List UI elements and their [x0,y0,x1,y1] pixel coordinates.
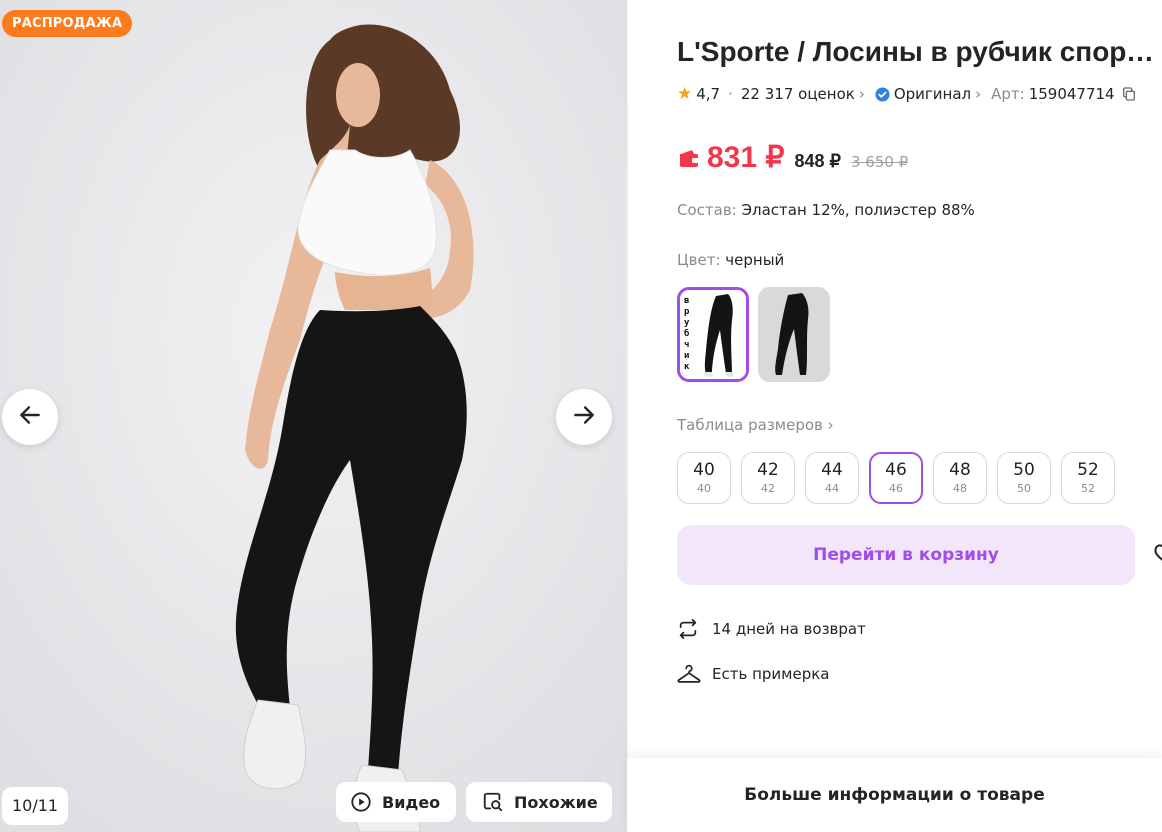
size-sublabel: 46 [889,482,903,495]
divider [627,0,628,832]
star-icon: ★ [677,84,693,104]
fitting-info: Есть примерка [677,663,829,685]
more-info-button[interactable]: Больше информации о товаре [627,758,1162,832]
swatch-text: в рубчик [684,296,690,372]
size-sublabel: 40 [697,482,711,495]
product-meta-row: ★ 4,7 · 22 317 оценок › Оригинал › Арт: … [677,84,1137,104]
product-title: L'Sporte / Лосины в рубчик спортивные [677,36,1162,67]
article-number: 159047714 [1028,85,1115,103]
play-icon [350,791,372,813]
gallery-prev-button[interactable] [2,389,58,445]
size-sublabel: 42 [761,482,775,495]
size-label: 52 [1077,460,1099,480]
chevron-right-icon: › [827,416,834,434]
base-price: 848 ₽ [794,151,841,171]
color-value: черный [725,251,785,269]
current-price: 831 ₽ [707,141,785,174]
size-sublabel: 50 [1017,482,1031,495]
composition-value: Эластан 12%, полиэстер 88% [741,201,975,219]
arrow-left-icon [17,402,43,432]
color-swatch-selected[interactable]: в рубчик [677,287,749,382]
size-label: 48 [949,460,971,480]
product-gallery[interactable]: РАСПРОДАЖА 10/11 Видео Похожие [0,0,627,832]
similar-button[interactable]: Похожие [466,782,612,822]
return-arrows-icon [677,618,701,640]
size-sublabel: 48 [953,482,967,495]
image-counter: 10/11 [2,787,69,825]
size-sublabel: 52 [1081,482,1095,495]
size-option-42[interactable]: 42 42 [741,452,795,504]
size-label: 50 [1013,460,1035,480]
copy-icon[interactable] [1121,86,1137,102]
gallery-next-button[interactable] [556,389,612,445]
price-row: 831 ₽ 848 ₽ 3 650 ₽ [677,140,908,175]
size-label: 46 [885,460,907,480]
composition: Состав: Эластан 12%, полиэстер 88% [677,201,975,219]
heart-icon[interactable] [1153,541,1162,569]
color-line: Цвет: черный [677,251,784,269]
article-label: Арт: [991,85,1025,103]
composition-label: Состав: [677,201,737,219]
return-label: 14 дней на возврат [712,620,866,638]
arrow-right-icon [571,402,597,432]
original-link[interactable]: Оригинал [894,85,971,103]
size-option-46-selected[interactable]: 46 46 [869,452,923,504]
size-table-label: Таблица размеров [677,416,823,434]
size-options: 40 40 42 42 44 44 46 46 48 48 50 50 52 52 [677,452,1125,504]
size-label: 42 [757,460,779,480]
old-price: 3 650 ₽ [850,153,909,171]
rating-value: 4,7 [696,85,721,103]
product-details: L'Sporte / Лосины в рубчик спортивные ★ … [627,0,1162,832]
size-label: 44 [821,460,843,480]
size-option-50[interactable]: 50 50 [997,452,1051,504]
size-label: 40 [693,460,715,480]
product-photo [0,0,627,832]
size-option-44[interactable]: 44 44 [805,452,859,504]
size-sublabel: 44 [825,482,839,495]
color-swatch[interactable] [758,287,830,382]
video-button[interactable]: Видео [336,782,456,822]
size-option-40[interactable]: 40 40 [677,452,731,504]
swatch-thumbnail [758,287,830,382]
verified-icon [875,86,890,102]
similar-search-icon [482,791,504,813]
sale-badge: РАСПРОДАЖА [2,10,133,37]
fitting-label: Есть примерка [712,665,830,683]
separator-dot: · [728,85,733,103]
wallet-icon [677,148,701,168]
reviews-link[interactable]: 22 317 оценок [741,85,855,103]
go-to-cart-button[interactable]: Перейти в корзину [677,525,1135,585]
size-table-link[interactable]: Таблица размеров › [677,416,834,434]
return-policy: 14 дней на возврат [677,618,866,640]
similar-label: Похожие [514,792,598,812]
video-label: Видео [382,792,441,812]
size-option-48[interactable]: 48 48 [933,452,987,504]
chevron-right-icon: › [858,85,865,103]
size-option-52[interactable]: 52 52 [1061,452,1115,504]
hanger-icon [677,663,701,685]
chevron-right-icon: › [975,85,982,103]
color-label: Цвет: [677,251,721,269]
